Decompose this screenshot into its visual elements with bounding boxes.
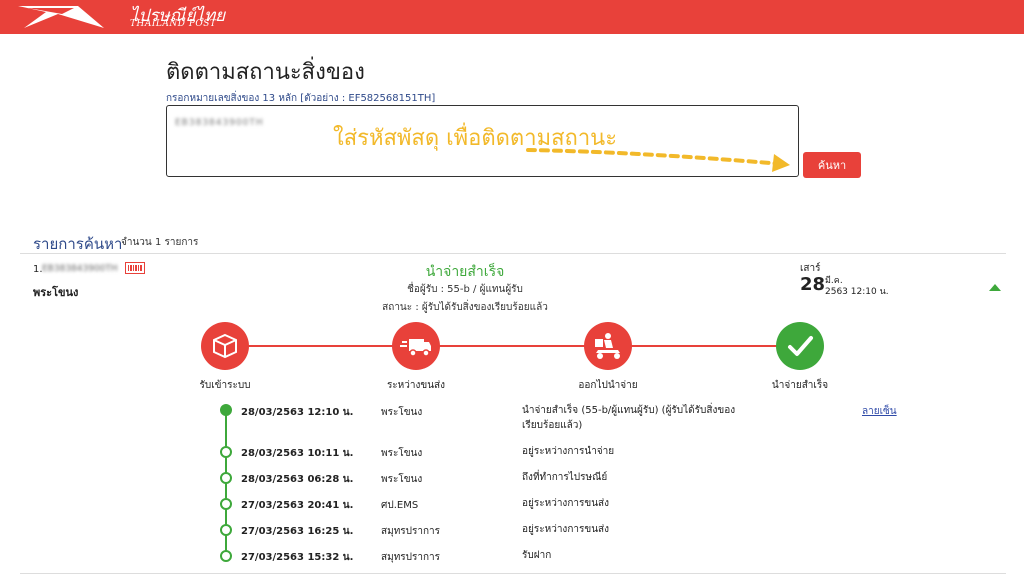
timeline-description: อยู่ระหว่างการขนส่ง	[522, 524, 610, 535]
timeline-dot	[220, 550, 232, 562]
timeline-dot	[220, 404, 232, 416]
results-count: จำนวน 1 รายการ	[121, 237, 199, 248]
timeline-date: 27/03/2563 20:41 น.	[241, 500, 354, 511]
tracking-number-value: EB383843900TH	[175, 118, 264, 128]
scooter-icon	[595, 333, 620, 359]
step-in-transit	[392, 322, 440, 370]
timeline-description: นำจ่ายสำเร็จ (55-b/ผู้แทนผู้รับ) (ผู้รับ…	[522, 405, 736, 431]
timeline-place: พระโขนง	[381, 474, 423, 485]
step-out-for-delivery	[584, 322, 632, 370]
timeline-place: พระโขนง	[381, 407, 423, 418]
step-label-in-transit: ระหว่างขนส่ง	[386, 380, 446, 391]
dotted-arrow-icon	[526, 148, 790, 172]
step-label-out-for-delivery: ออกไปนำจ่าย	[578, 380, 638, 391]
timeline-place: สมุทรปราการ	[381, 552, 441, 563]
timeline-place: ศป.EMS	[381, 500, 419, 511]
timeline-date: 28/03/2563 10:11 น.	[241, 448, 354, 459]
step-received	[201, 322, 249, 370]
step-label-delivered: นำจ่ายสำเร็จ	[771, 380, 829, 391]
timeline-dot	[220, 472, 232, 484]
check-icon	[788, 336, 813, 356]
tracking-hint: กรอกหมายเลขสิ่งของ 13 หลัก [ตัวอย่าง : E…	[166, 93, 436, 104]
delivery-status: นำจ่ายสำเร็จ	[425, 264, 505, 280]
progress-line	[225, 345, 800, 347]
top-bar: ไปรษณีย์ไทย THAILAND POST	[0, 0, 1024, 34]
status-detail: สถานะ : ผู้รับได้รับสิ่งของเรียบร้อยแล้ว	[382, 302, 548, 313]
box-icon	[213, 333, 237, 359]
step-label-received: รับเข้าระบบ	[199, 380, 251, 391]
divider-bottom	[20, 573, 1006, 574]
date-year-time: 2563 12:10 น.	[825, 287, 889, 297]
timeline-date: 27/03/2563 16:25 น.	[241, 526, 354, 537]
signature-link[interactable]: ลายเซ็น	[862, 404, 897, 419]
timeline-dot	[220, 498, 232, 510]
step-delivered	[776, 322, 824, 370]
timeline-description: ถึงที่ทำการไปรษณีย์	[522, 472, 608, 483]
logo-text-english: THAILAND POST	[130, 19, 217, 29]
thailand-post-logo[interactable]: ไปรษณีย์ไทย THAILAND POST	[18, 2, 225, 32]
timeline-date: 27/03/2563 15:32 น.	[241, 552, 354, 563]
timeline-place: สมุทรปราการ	[381, 526, 441, 537]
page-title: ติดตามสถานะสิ่งของ	[166, 60, 365, 85]
date-day: 28	[800, 274, 826, 295]
search-button[interactable]: ค้นหา	[803, 152, 861, 178]
timeline-description: รับฝาก	[522, 550, 552, 561]
receiver-name: ชื่อผู้รับ : 55-b / ผู้แทนผู้รับ	[407, 284, 523, 295]
timeline-place: พระโขนง	[381, 448, 423, 459]
collapse-caret-icon[interactable]	[989, 284, 1001, 291]
envelope-wing-icon	[18, 6, 104, 28]
timeline-date: 28/03/2563 06:28 น.	[241, 474, 354, 485]
timeline-date: 28/03/2563 12:10 น.	[241, 407, 354, 418]
timeline-dot	[220, 446, 232, 458]
timeline-dot	[220, 524, 232, 536]
divider	[20, 253, 1006, 254]
truck-icon	[400, 339, 431, 357]
timeline-description: อยู่ระหว่างการนำจ่าย	[522, 446, 615, 457]
timeline-description: อยู่ระหว่างการขนส่ง	[522, 498, 610, 509]
